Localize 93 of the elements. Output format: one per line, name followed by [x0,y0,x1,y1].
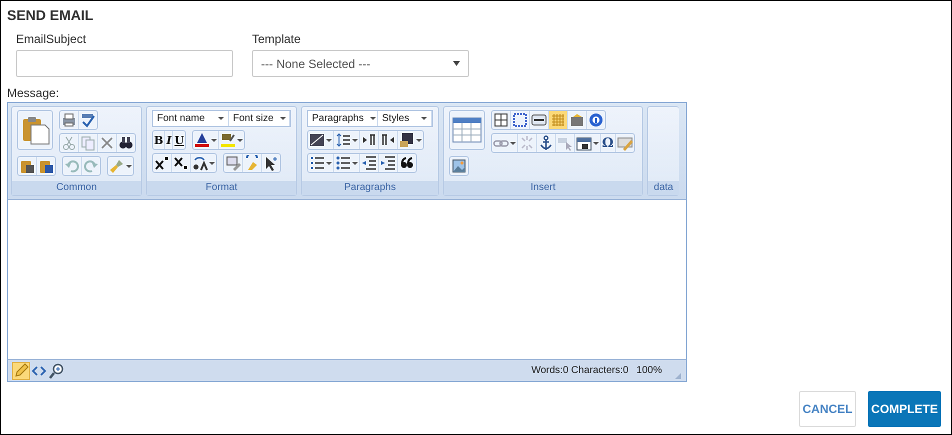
input-field[interactable] [16,50,233,77]
case-icon [192,155,208,171]
pencil-icon [13,362,29,378]
caret-icon [510,142,516,144]
caret-icon [421,117,427,120]
grid-icon [550,112,566,128]
redo-icon [83,158,99,174]
scissors-icon [61,135,77,151]
case-button[interactable] [191,154,216,172]
superscript-icon [154,155,170,171]
caret-icon [280,117,286,120]
highlighter-icon [220,132,236,148]
properties-button[interactable] [568,111,587,129]
printer-icon [61,112,77,128]
design-mode-button[interactable] [12,362,30,380]
caret-icon [326,138,332,142]
paste-button[interactable] [17,110,53,150]
group-label: Paragraphs [302,181,438,195]
subscript-icon [173,155,189,171]
rtl-button[interactable] [379,131,398,149]
calendar-icon [576,135,592,151]
field-label: Template [252,32,302,46]
print-button[interactable] [60,111,79,129]
date-button[interactable] [575,134,601,152]
subscript-button[interactable] [172,154,191,172]
word-count: Words:0 Characters:0 [531,364,628,378]
zoom-level: 100% [636,364,662,378]
field-label: Message: [7,86,60,100]
caret-icon [126,164,132,168]
properties-icon [569,112,585,128]
caret-icon [211,138,218,142]
clipboard-icon [38,158,54,174]
caret-icon [237,138,244,142]
font-color-icon [194,132,210,148]
resize-grip-icon[interactable] [674,372,682,380]
spellcheck-button[interactable] [79,111,97,129]
underline-button[interactable]: U [173,131,186,149]
binoculars-icon [118,135,134,151]
bullet-list-icon [335,155,351,171]
caret-icon [352,138,358,142]
template-select[interactable]: --- None Selected --- [252,50,469,77]
group-label: Insert [444,181,642,195]
caret-icon [352,162,358,164]
pointer-icon [263,155,279,171]
align-button[interactable] [308,131,334,149]
numbered-list-button[interactable] [308,154,334,172]
indent-button[interactable] [379,154,398,172]
delete-icon [99,135,115,151]
insert-break-button[interactable] [398,131,423,149]
caret-icon [416,138,422,142]
cell-borders-button[interactable] [492,111,511,129]
dashed-frame-icon [512,112,528,128]
grid-toggle-button[interactable] [549,111,568,129]
table-button[interactable] [449,110,485,150]
group-label: Common [12,181,141,195]
group-label: Format [147,181,296,195]
superscript-button[interactable] [153,154,172,172]
highlight-button[interactable] [219,131,244,149]
line-spacing-icon [335,132,351,148]
ltr-button[interactable] [360,131,379,149]
select-all-button[interactable] [511,111,530,129]
outdent-icon [361,155,377,171]
bullet-list-button[interactable] [334,154,360,172]
complete-button[interactable]: COMPLETE [868,391,941,427]
caret-icon [593,142,599,144]
anchor-icon [538,135,554,151]
clipboard-icon [19,158,35,174]
field-label: EmailSubject [16,32,88,46]
undo-icon [64,158,80,174]
caret-icon [218,117,224,120]
caret-icon [326,162,332,164]
cancel-button[interactable]: CANCEL [799,391,856,427]
preview-mode-button[interactable] [48,362,66,380]
outdent-button[interactable] [360,154,379,172]
symbol-button[interactable]: Ω [601,134,616,152]
dropdown-arrow-icon [453,61,460,66]
pointer-icon [557,135,573,151]
magnifier-icon [49,362,65,378]
numbered-list-icon [309,155,325,171]
line-spacing-button[interactable] [334,131,360,149]
horizontal-rule-button[interactable] [530,111,549,129]
quote-icon [399,155,415,171]
page-title: SEND EMAIL [7,7,94,24]
table-cells-icon [493,112,509,128]
caret-icon [209,162,215,164]
bold-button[interactable]: B [153,131,166,149]
group-label: data [648,181,679,195]
spellcheck-icon [80,112,96,128]
font-color-button[interactable] [193,131,220,149]
paste-text-button[interactable] [18,157,37,175]
indent-icon [380,155,396,171]
italic-button[interactable]: I [165,131,174,149]
align-icon [309,132,325,148]
